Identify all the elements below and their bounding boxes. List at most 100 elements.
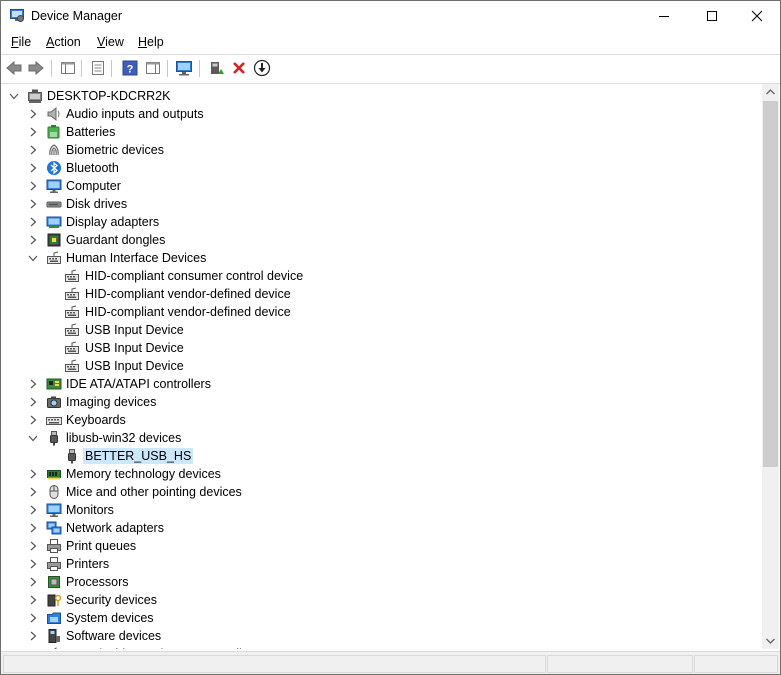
show-hide-console-tree-button[interactable] (59, 59, 77, 77)
category-node[interactable]: Printers (1, 555, 762, 573)
action-pane-button[interactable] (144, 59, 162, 77)
collapse-toggle[interactable] (7, 88, 21, 104)
help-button[interactable]: ? (121, 59, 139, 77)
expand-toggle[interactable] (26, 592, 40, 608)
tree-node-label[interactable]: DESKTOP-KDCRR2K (45, 88, 172, 104)
back-button[interactable] (5, 59, 23, 77)
expand-toggle[interactable] (26, 214, 40, 230)
category-node[interactable]: IDE ATA/ATAPI controllers (1, 375, 762, 393)
menu-file[interactable]: File (11, 35, 31, 49)
tree-node-label[interactable]: Security devices (64, 592, 159, 608)
expand-toggle[interactable] (26, 484, 40, 500)
expand-toggle[interactable] (26, 394, 40, 410)
tree-node-label[interactable]: USB Input Device (83, 358, 186, 374)
device-node[interactable]: HID-compliant consumer control device (1, 267, 762, 285)
tree-node-label[interactable]: Software devices (64, 628, 163, 644)
properties-button[interactable] (89, 59, 107, 77)
tree-node-label[interactable]: USB Input Device (83, 340, 186, 356)
computer-node[interactable]: DESKTOP-KDCRR2K (1, 87, 762, 105)
tree-node-label[interactable]: Biometric devices (64, 142, 166, 158)
menu-action[interactable]: Action (46, 35, 81, 49)
expand-toggle[interactable] (26, 628, 40, 644)
maximize-button[interactable] (689, 1, 735, 31)
expand-toggle[interactable] (26, 232, 40, 248)
expand-toggle[interactable] (26, 178, 40, 194)
category-node[interactable]: Imaging devices (1, 393, 762, 411)
tree-node-label[interactable]: Guardant dongles (64, 232, 167, 248)
tree-node-label[interactable]: Audio inputs and outputs (64, 106, 206, 122)
category-node[interactable]: Monitors (1, 501, 762, 519)
category-node[interactable]: libusb-win32 devices (1, 429, 762, 447)
tree-node-label[interactable]: Printers (64, 556, 111, 572)
tree-node-label[interactable]: System devices (64, 610, 156, 626)
category-node[interactable]: System devices (1, 609, 762, 627)
tree-node-label[interactable]: IDE ATA/ATAPI controllers (64, 376, 213, 392)
device-node[interactable]: HID-compliant vendor-defined device (1, 285, 762, 303)
category-node[interactable]: Memory technology devices (1, 465, 762, 483)
tree-node-label[interactable]: BETTER_USB_HS (83, 448, 194, 464)
expand-toggle[interactable] (26, 124, 40, 140)
tree-node-label[interactable]: Human Interface Devices (64, 250, 208, 266)
expand-toggle[interactable] (26, 196, 40, 212)
expand-toggle[interactable] (26, 502, 40, 518)
minimize-button[interactable] (641, 1, 687, 31)
category-node[interactable]: Network adapters (1, 519, 762, 537)
expand-toggle[interactable] (26, 142, 40, 158)
expand-toggle[interactable] (26, 376, 40, 392)
menu-view[interactable]: View (97, 35, 124, 49)
category-node[interactable]: Biometric devices (1, 141, 762, 159)
tree-node-label[interactable]: Display adapters (64, 214, 161, 230)
expand-toggle[interactable] (26, 520, 40, 536)
tree-node-label[interactable]: USB Input Device (83, 322, 186, 338)
category-node[interactable]: Sound, video and game controllers (1, 645, 762, 649)
device-tree[interactable]: DESKTOP-KDCRR2K Audio inputs and outputs B… (1, 84, 762, 649)
menu-help[interactable]: Help (138, 35, 164, 49)
device-node[interactable]: BETTER_USB_HS (1, 447, 762, 465)
device-node[interactable]: HID-compliant vendor-defined device (1, 303, 762, 321)
tree-node-label[interactable]: HID-compliant consumer control device (83, 268, 305, 284)
expand-toggle[interactable] (26, 610, 40, 626)
category-node[interactable]: Keyboards (1, 411, 762, 429)
tree-node-label[interactable]: Processors (64, 574, 131, 590)
scroll-up-icon[interactable] (762, 84, 779, 101)
category-node[interactable]: Guardant dongles (1, 231, 762, 249)
expand-toggle[interactable] (26, 646, 40, 649)
scroll-down-icon[interactable] (762, 632, 779, 649)
tree-node-label[interactable]: Mice and other pointing devices (64, 484, 244, 500)
collapse-toggle[interactable] (26, 250, 40, 266)
tree-node-label[interactable]: Keyboards (64, 412, 128, 428)
device-node[interactable]: USB Input Device (1, 339, 762, 357)
device-node[interactable]: USB Input Device (1, 357, 762, 375)
category-node[interactable]: Software devices (1, 627, 762, 645)
category-node[interactable]: Audio inputs and outputs (1, 105, 762, 123)
tree-node-label[interactable]: Bluetooth (64, 160, 121, 176)
category-node[interactable]: Display adapters (1, 213, 762, 231)
category-node[interactable]: Bluetooth (1, 159, 762, 177)
tree-node-label[interactable]: Imaging devices (64, 394, 158, 410)
category-node[interactable]: Disk drives (1, 195, 762, 213)
tree-node-label[interactable]: Disk drives (64, 196, 129, 212)
update-driver-button[interactable] (253, 59, 271, 77)
expand-toggle[interactable] (26, 538, 40, 554)
enable-device-button[interactable] (207, 59, 225, 77)
tree-node-label[interactable]: libusb-win32 devices (64, 430, 183, 446)
tree-node-label[interactable]: Monitors (64, 502, 116, 518)
category-node[interactable]: Print queues (1, 537, 762, 555)
close-button[interactable] (734, 1, 780, 31)
expand-toggle[interactable] (26, 160, 40, 176)
scan-hardware-button[interactable] (175, 59, 193, 77)
tree-node-label[interactable]: Print queues (64, 538, 138, 554)
tree-node-label[interactable]: HID-compliant vendor-defined device (83, 286, 293, 302)
category-node[interactable]: Processors (1, 573, 762, 591)
uninstall-device-button[interactable] (230, 59, 248, 77)
scrollbar-thumb[interactable] (763, 101, 778, 467)
forward-button[interactable] (27, 59, 45, 77)
category-node[interactable]: Human Interface Devices (1, 249, 762, 267)
tree-node-label[interactable]: Network adapters (64, 520, 166, 536)
vertical-scrollbar[interactable] (762, 84, 779, 649)
expand-toggle[interactable] (26, 412, 40, 428)
tree-node-label[interactable]: Sound, video and game controllers (64, 646, 261, 649)
tree-node-label[interactable]: Memory technology devices (64, 466, 223, 482)
tree-node-label[interactable]: Batteries (64, 124, 117, 140)
expand-toggle[interactable] (26, 574, 40, 590)
